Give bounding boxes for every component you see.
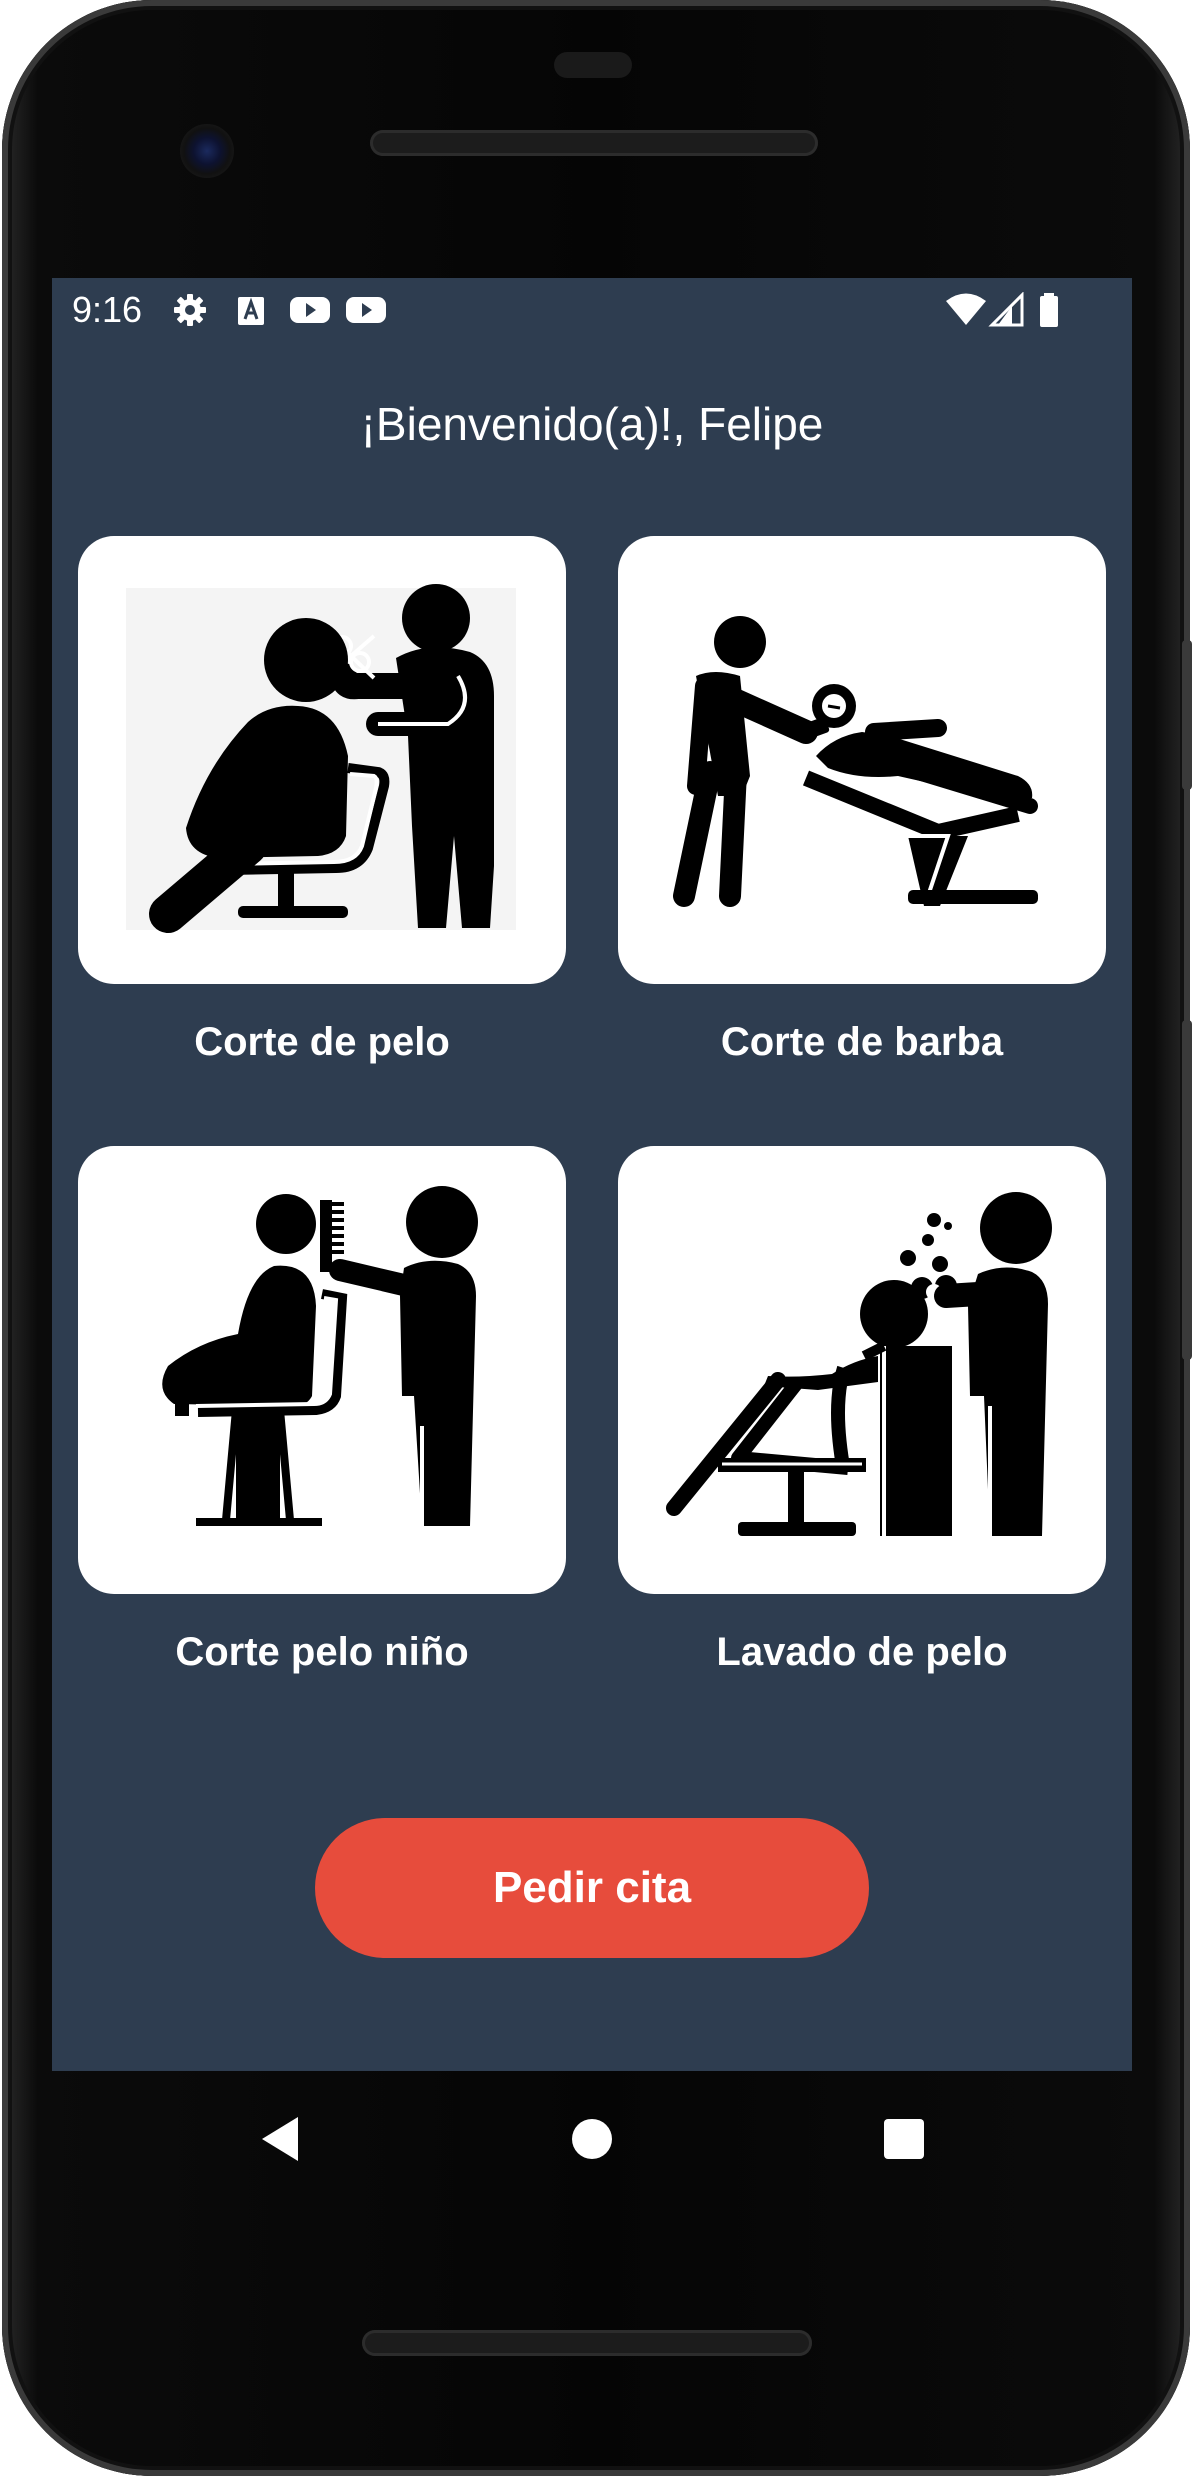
service-label-beard-trim: Corte de barba	[720, 1020, 1004, 1064]
earpiece	[554, 52, 632, 78]
volume-button	[1182, 1020, 1192, 1360]
power-button	[1182, 640, 1192, 790]
youtube-icon	[288, 292, 332, 328]
hair-wash-icon	[666, 1192, 1052, 1536]
status-bar: 9:16	[52, 278, 1132, 344]
gear-icon	[172, 292, 208, 328]
signal-icon	[988, 291, 1028, 328]
beard-trim-icon	[673, 616, 1038, 907]
status-time: 9:16	[72, 289, 143, 330]
bottom-speaker	[362, 2330, 812, 2356]
back-icon[interactable]	[240, 2099, 320, 2179]
text-a-icon	[236, 292, 266, 328]
haircut-icon	[126, 584, 516, 933]
kids-haircut-icon	[162, 1186, 478, 1526]
service-card-kids-haircut[interactable]	[78, 1146, 566, 1594]
top-speaker	[370, 130, 818, 156]
service-label-kids-haircut: Corte pelo niño	[175, 1630, 469, 1674]
service-label-haircut: Corte de pelo	[194, 1020, 450, 1064]
front-camera	[180, 124, 234, 178]
youtube-icon	[344, 292, 388, 328]
welcome-title: ¡Bienvenido(a)!, Felipe	[360, 398, 824, 450]
app-screen: 9:16 ¡Bienvenido(a)!, Felipe Corte de pe…	[52, 278, 1132, 2071]
wifi-icon	[944, 292, 988, 328]
home-icon[interactable]	[552, 2099, 632, 2179]
service-card-beard-trim[interactable]	[618, 536, 1106, 984]
battery-icon	[1036, 292, 1062, 328]
book-appointment-button[interactable]: Pedir cita	[315, 1818, 869, 1958]
service-card-hair-wash[interactable]	[618, 1146, 1106, 1594]
service-card-haircut[interactable]	[78, 536, 566, 984]
service-label-hair-wash: Lavado de pelo	[716, 1630, 1008, 1674]
system-nav-bar	[52, 2071, 1132, 2201]
recents-icon[interactable]	[864, 2099, 944, 2179]
